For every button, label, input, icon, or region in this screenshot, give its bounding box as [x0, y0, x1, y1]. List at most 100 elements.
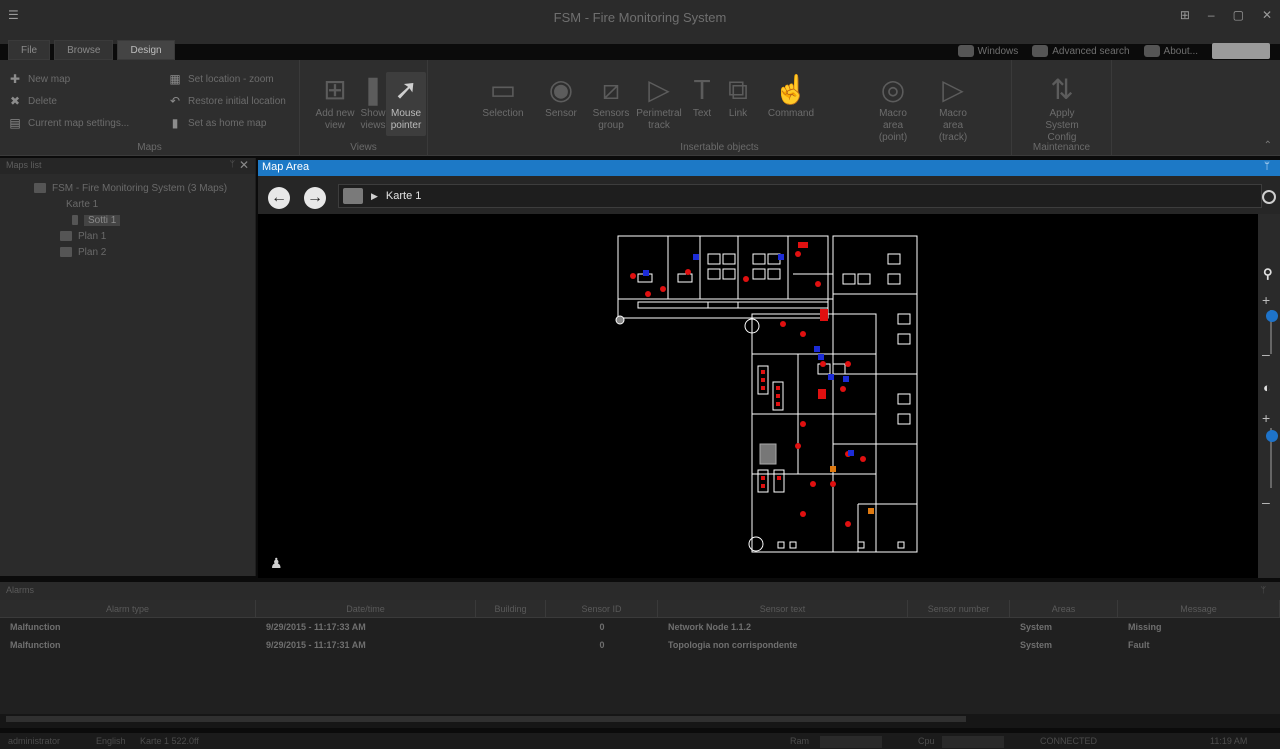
perimetral-track-button[interactable]: ▷ Perimetral track	[634, 72, 684, 132]
windows-button[interactable]: Windows	[957, 45, 1018, 57]
maximize-icon[interactable]: ▢	[1233, 8, 1244, 22]
sensor-alarm[interactable]	[795, 251, 801, 257]
locate-icon[interactable]	[1262, 190, 1276, 204]
sensor-alarm[interactable]	[776, 386, 780, 390]
sensor-alarm[interactable]	[795, 443, 801, 449]
tree-item-plan-2[interactable]: Plan 2	[6, 244, 249, 260]
about-button[interactable]: About...	[1143, 45, 1198, 57]
forward-button[interactable]: →	[304, 187, 326, 209]
options-icon[interactable]: ⊞	[1180, 8, 1190, 22]
sensor-alarm[interactable]	[845, 521, 851, 527]
sensor-alarm[interactable]	[845, 361, 851, 367]
pin-icon[interactable]: ᛘ	[1264, 161, 1270, 172]
column-header[interactable]: Building	[476, 600, 546, 617]
selection-button[interactable]: ▭ Selection	[478, 72, 528, 120]
zoom-out-button[interactable]: –	[1262, 346, 1278, 362]
tab-browse[interactable]: Browse	[54, 40, 114, 60]
sensor-alarm[interactable]	[800, 331, 806, 337]
sensor-alarm[interactable]	[743, 276, 749, 282]
contrast-increase-button[interactable]: +	[1262, 410, 1278, 426]
user-icon[interactable]: ♟	[270, 555, 283, 572]
table-row[interactable]: Malfunction 9/29/2015 - 11:17:31 AM 0 To…	[0, 636, 1280, 654]
sensor-alarm[interactable]	[630, 273, 636, 279]
sensor-alarm[interactable]	[761, 386, 765, 390]
sensors-group-button[interactable]: ⧄ Sensors group	[586, 72, 636, 132]
sensor-alarm[interactable]	[860, 456, 866, 462]
macro-area-point-button[interactable]: ◎ Macro area (point)	[868, 72, 918, 144]
sensor-normal[interactable]	[848, 450, 854, 456]
tree-item-plan-1[interactable]: Plan 1	[6, 228, 249, 244]
set-location-button[interactable]: ▦ Set location - zoom	[168, 72, 273, 86]
tab-design[interactable]: Design	[117, 40, 175, 60]
restore-location-button[interactable]: ↶ Restore initial location	[168, 94, 286, 108]
contrast-slider-knob[interactable]	[1266, 430, 1278, 442]
tree-item-sotti-1[interactable]: Sotti 1	[6, 212, 249, 228]
tree-item-karte-1[interactable]: Karte 1	[6, 196, 249, 212]
sensor-alarm[interactable]	[820, 361, 826, 367]
close-icon[interactable]: ✕	[1262, 8, 1272, 22]
close-icon[interactable]: ✕	[239, 158, 249, 172]
sensor-normal[interactable]	[814, 346, 820, 352]
table-row[interactable]: Malfunction 9/29/2015 - 11:17:33 AM 0 Ne…	[0, 618, 1280, 636]
column-header[interactable]: Alarm type	[0, 600, 256, 617]
map-settings-button[interactable]: ▤ Current map settings...	[8, 116, 129, 130]
tree-item-root[interactable]: FSM - Fire Monitoring System (3 Maps)	[6, 180, 249, 196]
text-button[interactable]: T Text	[682, 72, 722, 120]
apply-system-config-button[interactable]: ⇅ Apply System Config	[1034, 72, 1090, 144]
zoom-slider-knob[interactable]	[1266, 310, 1278, 322]
column-header[interactable]: Sensor text	[658, 600, 908, 617]
map-home-icon[interactable]	[343, 188, 363, 204]
pin-icon[interactable]: ᛘ	[230, 159, 235, 169]
column-header[interactable]: Sensor number	[908, 600, 1010, 617]
sensor-button[interactable]: ◉ Sensor	[536, 72, 586, 120]
set-home-map-button[interactable]: ▮ Set as home map	[168, 116, 267, 130]
sensor-alarm[interactable]	[815, 281, 821, 287]
column-header[interactable]: Message	[1118, 600, 1280, 617]
fire-extinguisher-icon[interactable]	[748, 536, 764, 552]
sensor-alarm[interactable]	[761, 378, 765, 382]
new-map-button[interactable]: ✚ New map	[8, 72, 70, 86]
sensor-alarm[interactable]	[810, 481, 816, 487]
column-header[interactable]: Areas	[1010, 600, 1118, 617]
scrollbar-thumb[interactable]	[6, 716, 966, 722]
column-header[interactable]: Sensor ID	[546, 600, 658, 617]
sensor-alarm[interactable]	[800, 511, 806, 517]
link-button[interactable]: ⧉ Link	[718, 72, 758, 120]
macro-area-track-button[interactable]: ▷ Macro area (track)	[928, 72, 978, 144]
contrast-decrease-button[interactable]: –	[1262, 494, 1278, 510]
pin-icon[interactable]: ᛘ	[1261, 585, 1266, 595]
sensor-normal[interactable]	[828, 374, 834, 380]
sensor-alarm[interactable]	[798, 242, 808, 248]
minimize-icon[interactable]: –	[1208, 8, 1215, 22]
sensor-alarm[interactable]	[761, 484, 765, 488]
sensor-alarm[interactable]	[830, 481, 836, 487]
delete-map-button[interactable]: ✖ Delete	[8, 94, 57, 108]
sensor-normal[interactable]	[818, 354, 824, 360]
zoom-in-button[interactable]: +	[1262, 292, 1278, 308]
command-button[interactable]: ☝ Command	[766, 72, 816, 120]
alarms-scrollbar[interactable]	[0, 714, 1280, 728]
sensor-alarm[interactable]	[840, 386, 846, 392]
sensor-normal[interactable]	[693, 254, 699, 260]
advanced-search-button[interactable]: Advanced search	[1032, 45, 1130, 57]
back-button[interactable]: ←	[268, 187, 290, 209]
sensor-alarm[interactable]	[776, 402, 780, 406]
status-language[interactable]: English	[96, 736, 126, 746]
sensor-alarm[interactable]	[761, 370, 765, 374]
sensor-alarm[interactable]	[645, 291, 651, 297]
tab-file[interactable]: File	[8, 40, 51, 60]
sensor-alarm[interactable]	[777, 476, 781, 480]
column-header[interactable]: Date/time	[256, 600, 476, 617]
sensor-normal[interactable]	[778, 254, 784, 260]
sensor-alarm[interactable]	[761, 476, 765, 480]
collapse-ribbon-icon[interactable]: ⌃	[1264, 140, 1272, 151]
sensor-normal[interactable]	[843, 376, 849, 382]
sensor-alarm[interactable]	[660, 286, 666, 292]
breadcrumb-item[interactable]: Karte 1	[386, 190, 421, 202]
sensor-alarm[interactable]	[685, 269, 691, 275]
sensor-alarm[interactable]	[776, 394, 780, 398]
sensor-alarm[interactable]	[820, 309, 828, 321]
map-canvas[interactable]: ♟	[258, 214, 1258, 578]
sensor-alarm[interactable]	[818, 389, 826, 399]
sensor-alarm[interactable]	[780, 321, 786, 327]
